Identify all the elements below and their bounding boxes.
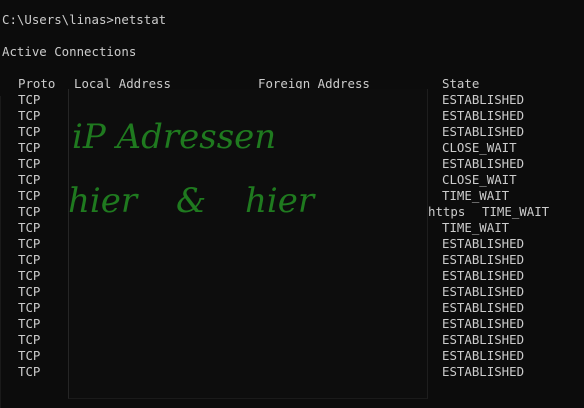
row-proto: TCP (18, 204, 41, 219)
row-proto: TCP (18, 252, 41, 267)
row-state: ESTABLISHED (442, 316, 525, 331)
section-title: Active Connections (2, 44, 137, 59)
row-state: ESTABLISHED (442, 108, 525, 123)
annotation-line-2: hier & hier (68, 181, 316, 221)
header-state: State (442, 76, 480, 91)
row-proto: TCP (18, 172, 41, 187)
row-state: TIME_WAIT (442, 188, 510, 203)
row-proto: TCP (18, 124, 41, 139)
row-proto: TCP (18, 316, 41, 331)
handwritten-annotation: iP Adressen hier & hier (68, 117, 316, 221)
row-proto: TCP (18, 236, 41, 251)
row-state: ESTABLISHED (442, 156, 525, 171)
row-proto: TCP (18, 188, 41, 203)
row-state: ESTABLISHED (442, 364, 525, 379)
prompt-command: netstat (113, 12, 167, 27)
row-state: ESTABLISHED (442, 348, 525, 363)
header-proto: Proto (18, 76, 56, 91)
row-state: CLOSE_WAIT (442, 140, 517, 155)
row-proto: TCP (18, 156, 41, 171)
annotation-line-1: iP Adressen (72, 117, 276, 157)
row-proto: TCP (18, 92, 41, 107)
row-proto: TCP (18, 220, 41, 235)
row-state: CLOSE_WAIT (442, 172, 517, 187)
row-proto: TCP (18, 364, 41, 379)
row-proto: TCP (18, 284, 41, 299)
window-edge (0, 96, 1, 408)
row-state: ESTABLISHED (442, 124, 525, 139)
row-proto: TCP (18, 300, 41, 315)
row-state: ESTABLISHED (442, 284, 525, 299)
terminal-window[interactable]: C:\Users\linas>netstat Active Connection… (0, 0, 584, 408)
row-state: TIME_WAIT (482, 204, 550, 219)
row-state: ESTABLISHED (442, 252, 525, 267)
row-state: ESTABLISHED (442, 332, 525, 347)
row-state: ESTABLISHED (442, 236, 525, 251)
row-proto: TCP (18, 108, 41, 123)
row-proto: TCP (18, 140, 41, 155)
row-proto: TCP (18, 332, 41, 347)
prompt-path: C:\Users\linas> (2, 12, 114, 27)
row-state: ESTABLISHED (442, 268, 525, 283)
row-proto: TCP (18, 348, 41, 363)
row-state: ESTABLISHED (442, 92, 525, 107)
row-state: ESTABLISHED (442, 300, 525, 315)
row-state: TIME_WAIT (442, 220, 510, 235)
row-foreign-tail: https (428, 204, 466, 219)
row-proto: TCP (18, 268, 41, 283)
prompt-line: C:\Users\linas>netstat (2, 12, 166, 28)
